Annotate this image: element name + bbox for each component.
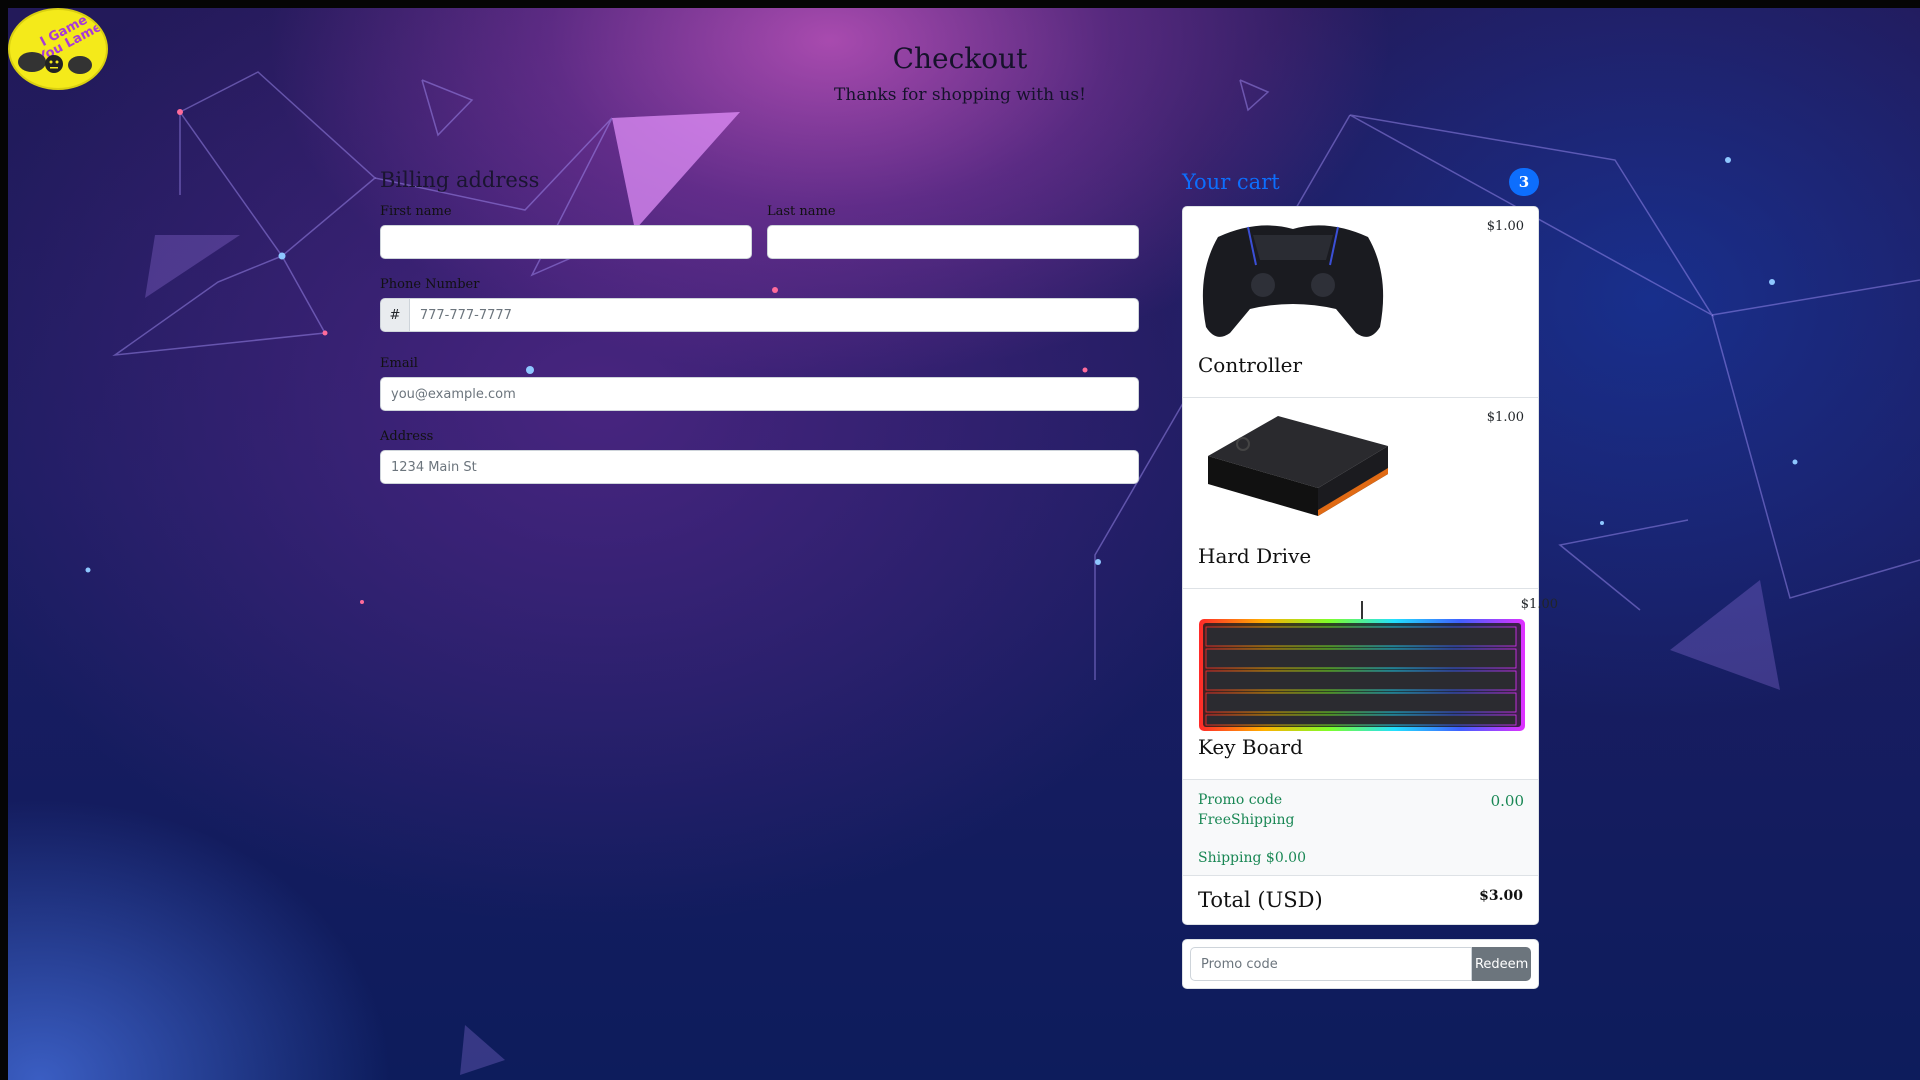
checkout-header: Checkout Thanks for shopping with us! [0, 42, 1920, 105]
total-label: Total (USD) [1198, 888, 1323, 912]
phone-label: Phone Number [380, 277, 480, 292]
item-price: $1.00 [1486, 219, 1524, 234]
address-label: Address [380, 429, 434, 444]
cart-list: $1.00 Controller $1.00 Hard Drive $1.00 … [1182, 206, 1558, 925]
first-name-label: First name [380, 204, 452, 219]
cart-item-keyboard: $1.00 Key Board [1183, 589, 1558, 780]
email-input[interactable]: you@example.com [380, 377, 1139, 411]
cart-item-controller: $1.00 Controller [1183, 207, 1538, 398]
billing-title: Billing address [380, 168, 540, 192]
item-price: $1.00 [1486, 410, 1524, 425]
phone-prefix: # [380, 298, 409, 332]
page-subtitle: Thanks for shopping with us! [834, 85, 1086, 105]
item-price: $1.00 [1520, 597, 1558, 612]
item-name: Hard Drive [1198, 544, 1312, 568]
phone-input[interactable]: 777-777-7777 [408, 298, 1139, 332]
promo-applied: Promo code FreeShipping 0.00 Shipping $0… [1183, 780, 1538, 876]
redeem-button[interactable]: Redeem [1472, 947, 1531, 981]
email-label: Email [380, 356, 418, 371]
total-value: $3.00 [1479, 888, 1523, 904]
address-input[interactable]: 1234 Main St [380, 450, 1139, 484]
last-name-input[interactable] [767, 225, 1139, 259]
billing-form: Billing address First name Last name Pho… [380, 168, 1139, 502]
last-name-label: Last name [767, 204, 836, 219]
cart-title: Your cart [1182, 170, 1280, 194]
gamepad-image [1202, 225, 1384, 337]
keyboard-image [1199, 601, 1525, 731]
promo-discount: 0.00 [1490, 792, 1524, 810]
shipping-cost: Shipping $0.00 [1198, 850, 1306, 866]
item-name: Controller [1198, 353, 1303, 377]
window-top-border [0, 0, 1920, 8]
promo-form: Promo code Redeem [1182, 939, 1539, 989]
promo-label: Promo code [1198, 792, 1283, 808]
cart-panel: Your cart 3 $1.00 Controller $1.00 Hard … [1182, 168, 1558, 989]
first-name-input[interactable] [380, 225, 752, 259]
promo-code-input[interactable]: Promo code [1190, 947, 1473, 981]
cart-count-badge: 3 [1509, 168, 1539, 196]
cart-item-hard-drive: $1.00 Hard Drive [1183, 398, 1538, 589]
hard-drive-image [1208, 416, 1388, 516]
item-name: Key Board [1198, 735, 1303, 759]
geometric-background-pattern [85, 71, 1920, 1075]
cart-total: Total (USD) $3.00 [1183, 876, 1538, 924]
window-left-border [0, 0, 8, 1080]
page-title: Checkout [892, 42, 1028, 75]
promo-code-value: FreeShipping [1198, 812, 1295, 828]
